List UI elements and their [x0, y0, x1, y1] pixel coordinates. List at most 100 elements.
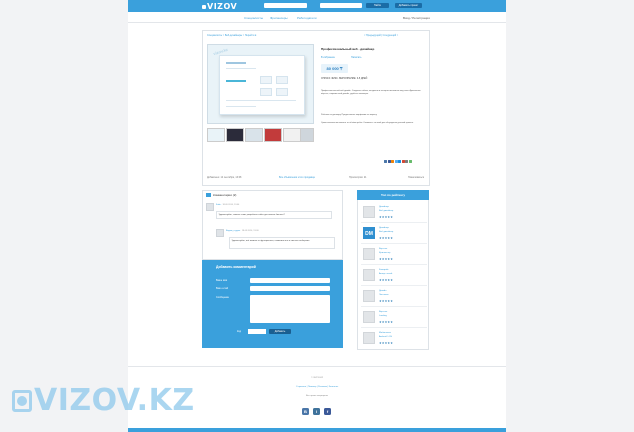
category-select[interactable]	[320, 3, 362, 8]
description-p3: Сроки выполнения зависят от объёма работ…	[321, 122, 414, 124]
sidebar-item[interactable]: Верстка Фрилансер ★★★★★	[361, 245, 427, 265]
avatar	[363, 332, 375, 344]
prev-next-links[interactable]: < Предыдущий | Следующий >	[364, 34, 398, 37]
sidebar-item[interactable]: Дизайн Логотипы ★★★★★	[361, 287, 427, 307]
thumbnail-5[interactable]	[283, 128, 301, 142]
user-role: Дизайнер	[379, 206, 389, 208]
description-p1: Профессиональный веб-дизайн. Создание са…	[321, 90, 421, 95]
message-textarea[interactable]	[250, 295, 330, 323]
breadcrumb[interactable]: Специалисты > Веб-дизайнеры > Перейти в	[207, 34, 256, 37]
watermark-logo-icon	[12, 390, 32, 412]
views-count: Просмотров: 21	[349, 176, 367, 179]
user-role: Верстка	[379, 311, 388, 313]
instagram-icon[interactable]: I	[313, 408, 320, 415]
description-p2: Работаю по договору. Предоставляю портфо…	[321, 114, 378, 116]
user-name[interactable]: Автор статей	[379, 273, 392, 275]
search-input[interactable]	[264, 3, 307, 8]
thumbnail-3[interactable]	[245, 128, 263, 142]
avatar[interactable]	[216, 229, 224, 237]
login-link[interactable]: Вход / Регистрация	[403, 16, 430, 20]
project-main-image[interactable]: vizov.kz	[207, 44, 314, 124]
print-icon[interactable]	[405, 160, 408, 163]
avatar: DM	[363, 227, 375, 239]
added-date: Добавлено: 14 сентября, 13:08	[207, 176, 242, 179]
top-bar	[128, 0, 506, 12]
facebook-icon[interactable]: f	[324, 408, 331, 415]
form-title: Добавить комментарий	[216, 265, 256, 269]
search-button[interactable]: Найти	[366, 3, 389, 8]
name-field[interactable]	[250, 278, 330, 283]
avatar	[363, 206, 375, 218]
sidebar-item[interactable]: Мобильные Android / iOS ★★★★★	[361, 329, 427, 349]
submit-button[interactable]: Добавить	[269, 329, 291, 334]
user-name[interactable]: Landing	[379, 315, 387, 317]
rating-stars: ★★★★★	[379, 299, 394, 303]
user-role: Дизайнер	[379, 227, 389, 229]
vk-icon[interactable]	[384, 160, 387, 163]
email-label: Ваш e-mail	[216, 287, 229, 290]
logo-icon	[202, 4, 206, 9]
logo-text: VIZOV	[207, 2, 238, 11]
nav-bar	[128, 12, 506, 23]
user-name[interactable]: Фрилансер	[379, 252, 390, 254]
ok-icon[interactable]	[391, 160, 394, 163]
user-name[interactable]: Веб-дизайнер	[379, 231, 393, 233]
seller-ads-link[interactable]: Все объявления этого продавца	[279, 176, 315, 179]
comment-icon	[206, 193, 211, 197]
rating-stars: ★★★★★	[379, 320, 394, 324]
avatar[interactable]	[206, 203, 214, 211]
thumbnail-1[interactable]	[207, 128, 225, 142]
user-name[interactable]: Веб-дизайнер	[379, 210, 393, 212]
sidebar-item[interactable]: DM Дизайнер Веб-дизайнер ★★★★★	[361, 224, 427, 244]
rating-stars: ★★★★★	[379, 215, 394, 219]
footer-bar	[128, 428, 506, 432]
nav-item-employers[interactable]: Работодатели	[297, 16, 317, 20]
rating-stars: ★★★★★	[379, 278, 394, 282]
user-name[interactable]: Логотипы	[379, 294, 389, 296]
contact-link[interactable]: Написать	[351, 56, 362, 59]
footer-copyright: © VIZOV.KZ	[311, 377, 323, 379]
rating-stars: ★★★★★	[379, 236, 394, 240]
comments-header: Комментарии (2)	[213, 193, 237, 197]
message-label: Сообщение	[216, 296, 230, 299]
name-label: Ваше имя	[216, 279, 228, 282]
share-icons	[384, 160, 424, 164]
avatar	[363, 269, 375, 281]
screenshot-preview	[219, 55, 305, 115]
comment-text: Здравствуйте, всё зависит от функционала…	[229, 237, 335, 249]
comment-text: Здравствуйте, сколько стоит разработка с…	[216, 211, 332, 219]
page: VIZOV Найти Добавить проект Специалисты …	[0, 0, 634, 432]
nav-item-freelancers[interactable]: Фрилансеры	[270, 16, 288, 20]
avatar	[363, 290, 375, 302]
rating-stars: ★★★★★	[379, 341, 394, 345]
mail-icon[interactable]	[398, 160, 401, 163]
thumbnail-4[interactable]	[264, 128, 282, 142]
user-role: Верстка	[379, 248, 388, 250]
user-role: Копирайт	[379, 269, 389, 271]
nav-item-specialists[interactable]: Специалисты	[244, 16, 263, 20]
comments-count: (2)	[232, 193, 237, 197]
captcha-label: Код	[237, 330, 242, 333]
project-title: Профессиональный веб - дизайнер	[321, 47, 375, 51]
watermark-text: VIZOV.KZ	[34, 383, 195, 418]
site-logo[interactable]: VIZOV	[202, 2, 237, 11]
thumbnail-2[interactable]	[226, 128, 244, 142]
share-icon[interactable]	[408, 160, 412, 163]
vk-icon[interactable]: В	[302, 408, 309, 415]
email-field[interactable]	[250, 286, 330, 291]
add-favorite-link[interactable]: В избранное	[321, 56, 335, 59]
user-role: Мобильные	[379, 332, 391, 334]
captcha-input[interactable]	[248, 329, 266, 334]
sidebar-item[interactable]: Дизайнер Веб-дизайнер ★★★★★	[361, 203, 427, 223]
sidebar-item[interactable]: Верстка Landing ★★★★★	[361, 308, 427, 328]
post-project-button[interactable]: Добавить проект	[395, 3, 422, 8]
sidebar-title: Топ по рейтингу	[357, 190, 429, 200]
sidebar-item[interactable]: Копирайт Автор статей ★★★★★	[361, 266, 427, 286]
report-link[interactable]: Пожаловаться	[408, 176, 424, 179]
user-name[interactable]: Android / iOS	[379, 336, 392, 338]
vizov-watermark: VIZOV.KZ	[12, 383, 195, 418]
comment-author[interactable]: Кайя · 18.09.2014, 13:04	[216, 204, 239, 206]
price-badge: 80 000 ₸	[321, 64, 348, 73]
thumbnail-6[interactable]	[300, 128, 314, 142]
comment-author[interactable]: Вадим_студия · 18.09.2014, 13:30	[226, 230, 259, 232]
